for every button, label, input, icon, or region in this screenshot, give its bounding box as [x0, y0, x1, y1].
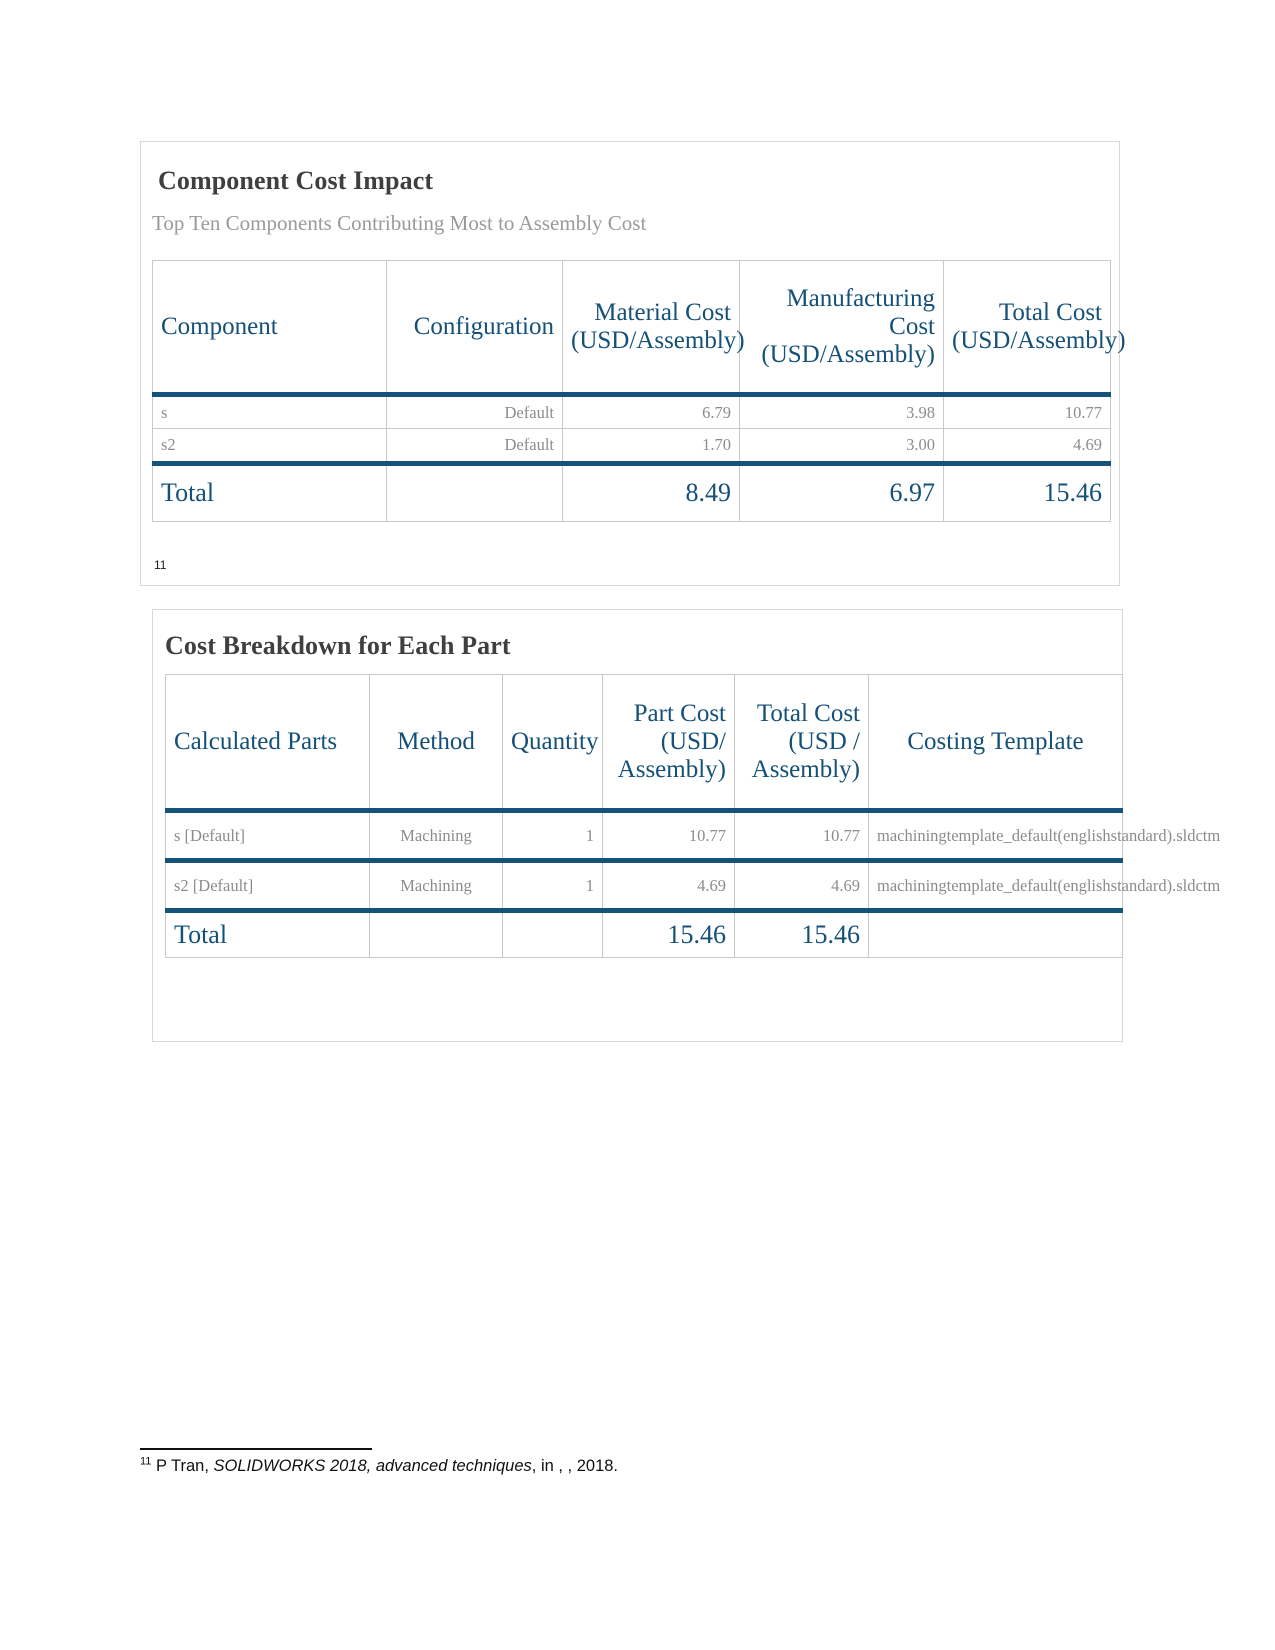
table-header-row: Component Configuration Material Cost (U…	[152, 260, 1126, 397]
cell-part-cost: 4.69	[602, 860, 735, 913]
total-costing-template	[868, 910, 1123, 958]
column-header-total-cost: Total Cost (USD / Assembly)	[734, 674, 869, 813]
total-configuration	[386, 462, 563, 522]
table-row: s2 [Default] Machining 1 4.69 4.69 machi…	[165, 860, 1220, 913]
column-header-part-cost: Part Cost (USD/ Assembly)	[602, 674, 735, 813]
cell-configuration: Default	[386, 393, 563, 430]
page-title: Component Cost Impact	[158, 166, 434, 196]
total-total-cost: 15.46	[943, 462, 1111, 522]
table-row: s2 Default 1.70 3.00 4.69	[152, 428, 1111, 466]
document-page: Component Cost Impact Top Ten Components…	[0, 0, 1275, 1650]
cell-calculated-part: s [Default]	[165, 810, 370, 863]
card-title: Cost Breakdown for Each Part	[165, 631, 511, 661]
component-cost-impact-table: Component Configuration Material Cost (U…	[152, 260, 1126, 522]
cell-total-cost: 10.77	[734, 810, 869, 863]
column-header-material-cost: Material Cost (USD/Assembly)	[562, 260, 745, 397]
footnote-title: SOLIDWORKS 2018, advanced techniques	[213, 1457, 532, 1475]
cell-total-cost: 10.77	[943, 393, 1111, 430]
column-header-manufacturing-cost: Manufacturing Cost (USD/Assembly)	[739, 260, 944, 397]
cell-calculated-part: s2 [Default]	[165, 860, 370, 913]
footnote-author: P Tran,	[156, 1457, 209, 1475]
cell-component: s2	[152, 428, 387, 466]
cost-breakdown-card: Cost Breakdown for Each Part Calculated …	[152, 609, 1220, 1042]
total-total-cost: 15.46	[734, 910, 869, 958]
component-cost-impact-card: Component Cost Impact Top Ten Components…	[140, 141, 1126, 586]
cell-component: s	[152, 393, 387, 430]
cost-breakdown-table: Calculated Parts Method Quantity Part Co…	[165, 674, 1220, 958]
column-header-quantity: Quantity	[502, 674, 603, 813]
column-header-calculated-parts: Calculated Parts	[165, 674, 370, 813]
cell-quantity: 1	[502, 860, 603, 913]
cell-total-cost: 4.69	[734, 860, 869, 913]
cell-costing-template: machiningtemplate_default(englishstandar…	[868, 860, 1220, 913]
column-header-total-cost: Total Cost (USD/Assembly)	[943, 260, 1126, 397]
column-header-costing-template: Costing Template	[868, 674, 1123, 813]
cell-configuration: Default	[386, 428, 563, 466]
column-header-configuration: Configuration	[386, 260, 563, 397]
cell-method: Machining	[369, 860, 503, 913]
table-total-row: Total 8.49 6.97 15.46	[152, 462, 1111, 522]
cell-total-cost: 4.69	[943, 428, 1111, 466]
cell-material-cost: 6.79	[562, 393, 740, 430]
cell-material-cost: 1.70	[562, 428, 740, 466]
column-header-component: Component	[152, 260, 387, 397]
total-label: Total	[152, 462, 387, 522]
table-row: s [Default] Machining 1 10.77 10.77 mach…	[165, 810, 1220, 863]
cell-quantity: 1	[502, 810, 603, 863]
cell-part-cost: 10.77	[602, 810, 735, 863]
table-header-row: Calculated Parts Method Quantity Part Co…	[165, 674, 1123, 813]
footnote-area: 11 P Tran, SOLIDWORKS 2018, advanced tec…	[140, 1448, 1040, 1477]
table-row: s Default 6.79 3.98 10.77	[152, 393, 1111, 430]
cell-manufacturing-cost: 3.98	[739, 393, 944, 430]
table-total-row: Total 15.46 15.46	[165, 910, 1123, 958]
card-subtitle: Top Ten Components Contributing Most to …	[152, 211, 647, 235]
total-part-cost: 15.46	[602, 910, 735, 958]
total-method	[369, 910, 503, 958]
total-quantity	[502, 910, 603, 958]
footnote-separator-rule	[140, 1448, 372, 1450]
cell-manufacturing-cost: 3.00	[739, 428, 944, 466]
total-manufacturing-cost: 6.97	[739, 462, 944, 522]
cell-method: Machining	[369, 810, 503, 863]
cell-costing-template: machiningtemplate_default(englishstandar…	[868, 810, 1220, 863]
column-header-method: Method	[369, 674, 503, 813]
footnote-tail: , in , , 2018.	[531, 1457, 619, 1475]
footnote-marker: 11	[140, 1455, 152, 1468]
total-material-cost: 8.49	[562, 462, 740, 522]
total-label: Total	[165, 910, 370, 958]
footnote-text: 11 P Tran, SOLIDWORKS 2018, advanced tec…	[140, 1456, 1040, 1477]
footnote-reference-marker[interactable]: 11	[154, 559, 166, 571]
